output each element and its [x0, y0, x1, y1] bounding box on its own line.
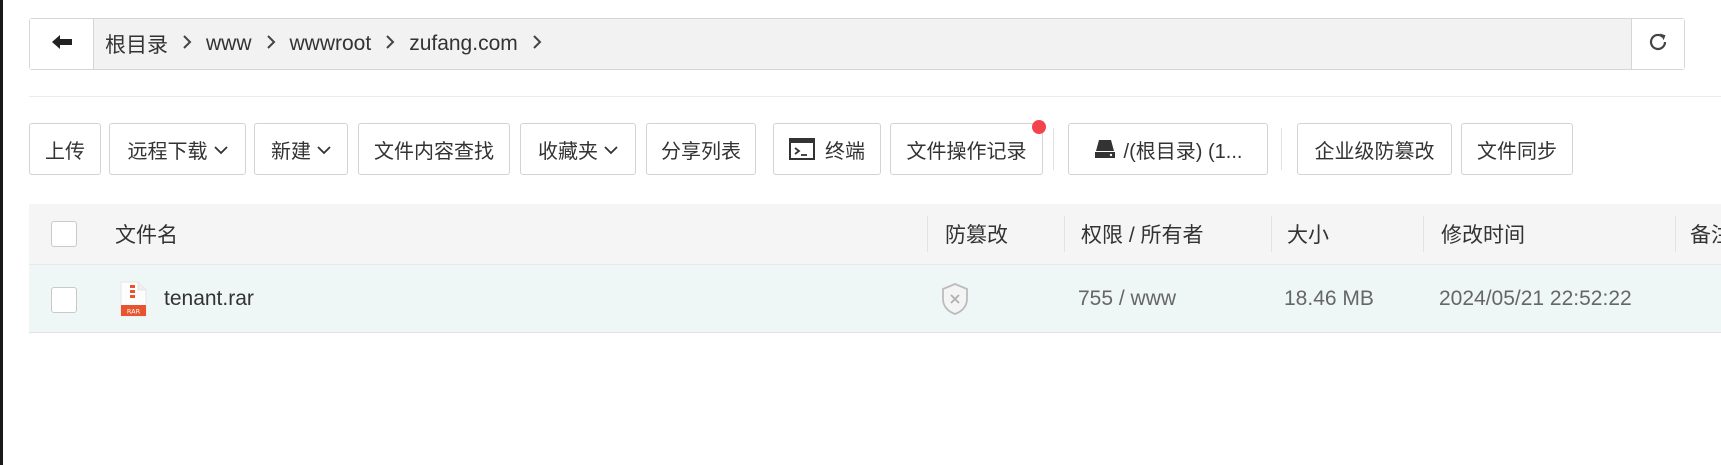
terminal-button[interactable]: 终端	[773, 123, 881, 175]
window-edge	[0, 0, 3, 465]
column-divider	[1423, 216, 1424, 252]
column-header-note: 备注	[1690, 224, 1721, 247]
upload-button[interactable]: 上传	[29, 123, 101, 175]
chevron-right-icon	[260, 33, 290, 56]
breadcrumb-item[interactable]: zufang.com	[409, 32, 526, 56]
operation-log-button[interactable]: 文件操作记录	[890, 123, 1043, 175]
breadcrumb-item[interactable]: wwwroot	[290, 32, 380, 56]
new-dropdown[interactable]: 新建	[254, 123, 348, 175]
file-table-header: 文件名 防篡改 权限 / 所有者 大小 修改时间 备注	[29, 204, 1721, 265]
divider	[29, 96, 1721, 97]
breadcrumb-item[interactable]: www	[206, 32, 260, 56]
modified-time: 2024/05/21 22:52:22	[1439, 286, 1632, 310]
share-list-button[interactable]: 分享列表	[646, 123, 756, 175]
toolbar-divider	[1053, 128, 1054, 170]
enterprise-tamper-proof-label: 企业级防篡改	[1314, 140, 1435, 163]
refresh-button[interactable]	[1631, 19, 1684, 69]
content-search-button[interactable]: 文件内容查找	[358, 123, 510, 175]
remote-download-dropdown[interactable]: 远程下载	[109, 123, 246, 175]
chevron-right-icon[interactable]	[526, 33, 556, 56]
new-label: 新建	[271, 140, 311, 163]
rar-file-icon: RAR	[119, 265, 147, 332]
remote-download-label: 远程下载	[127, 140, 208, 163]
disk-icon	[1094, 139, 1116, 159]
file-sync-label: 文件同步	[1477, 140, 1557, 163]
file-sync-button[interactable]: 文件同步	[1461, 123, 1573, 175]
terminal-label: 终端	[825, 140, 865, 163]
share-list-label: 分享列表	[661, 140, 741, 163]
chevron-right-icon	[176, 33, 206, 56]
table-row[interactable]: RAR tenant.rar 755 / www 18.46 MB 2024/0…	[29, 265, 1721, 333]
permission-owner[interactable]: 755 / www	[1078, 265, 1176, 332]
toolbar-divider	[1281, 128, 1282, 170]
upload-label: 上传	[45, 140, 85, 163]
column-header-mtime[interactable]: 修改时间	[1441, 204, 1525, 264]
terminal-icon	[789, 138, 815, 160]
enterprise-tamper-proof-button[interactable]: 企业级防篡改	[1297, 123, 1452, 175]
column-header-tamper: 防篡改	[945, 224, 1008, 247]
back-button[interactable]	[30, 19, 94, 69]
content-search-label: 文件内容查找	[374, 140, 494, 163]
breadcrumb: 根目录 www wwwroot zufang.com	[105, 19, 556, 69]
disk-label: /(根目录) (1...	[1123, 140, 1243, 163]
file-name[interactable]: tenant.rar	[164, 265, 254, 332]
path-bar: 根目录 www wwwroot zufang.com	[29, 18, 1685, 70]
favorites-label: 收藏夹	[538, 140, 598, 163]
shield-x-icon[interactable]	[940, 265, 970, 332]
chevron-right-icon	[379, 33, 409, 56]
operation-log-label: 文件操作记录	[906, 140, 1027, 163]
disk-selector-button[interactable]: /(根目录) (1...	[1068, 123, 1268, 175]
select-all-checkbox[interactable]	[51, 221, 77, 247]
chevron-down-icon	[604, 138, 618, 161]
row-checkbox[interactable]	[51, 287, 77, 313]
column-divider	[1064, 216, 1065, 252]
column-header-name[interactable]: 文件名	[115, 204, 178, 264]
column-header-permission[interactable]: 权限 / 所有者	[1081, 204, 1204, 264]
column-header-size[interactable]: 大小	[1287, 204, 1329, 264]
refresh-icon	[1646, 30, 1670, 59]
column-divider	[927, 216, 928, 252]
favorites-dropdown[interactable]: 收藏夹	[520, 123, 636, 175]
back-arrow-icon	[51, 33, 73, 56]
column-divider	[1271, 216, 1272, 252]
column-divider	[1675, 216, 1676, 252]
chevron-down-icon	[317, 138, 331, 161]
file-size: 18.46 MB	[1284, 286, 1374, 310]
notification-dot	[1032, 120, 1046, 134]
chevron-down-icon	[213, 138, 228, 161]
breadcrumb-item[interactable]: 根目录	[105, 29, 176, 59]
svg-text:RAR: RAR	[127, 307, 141, 315]
